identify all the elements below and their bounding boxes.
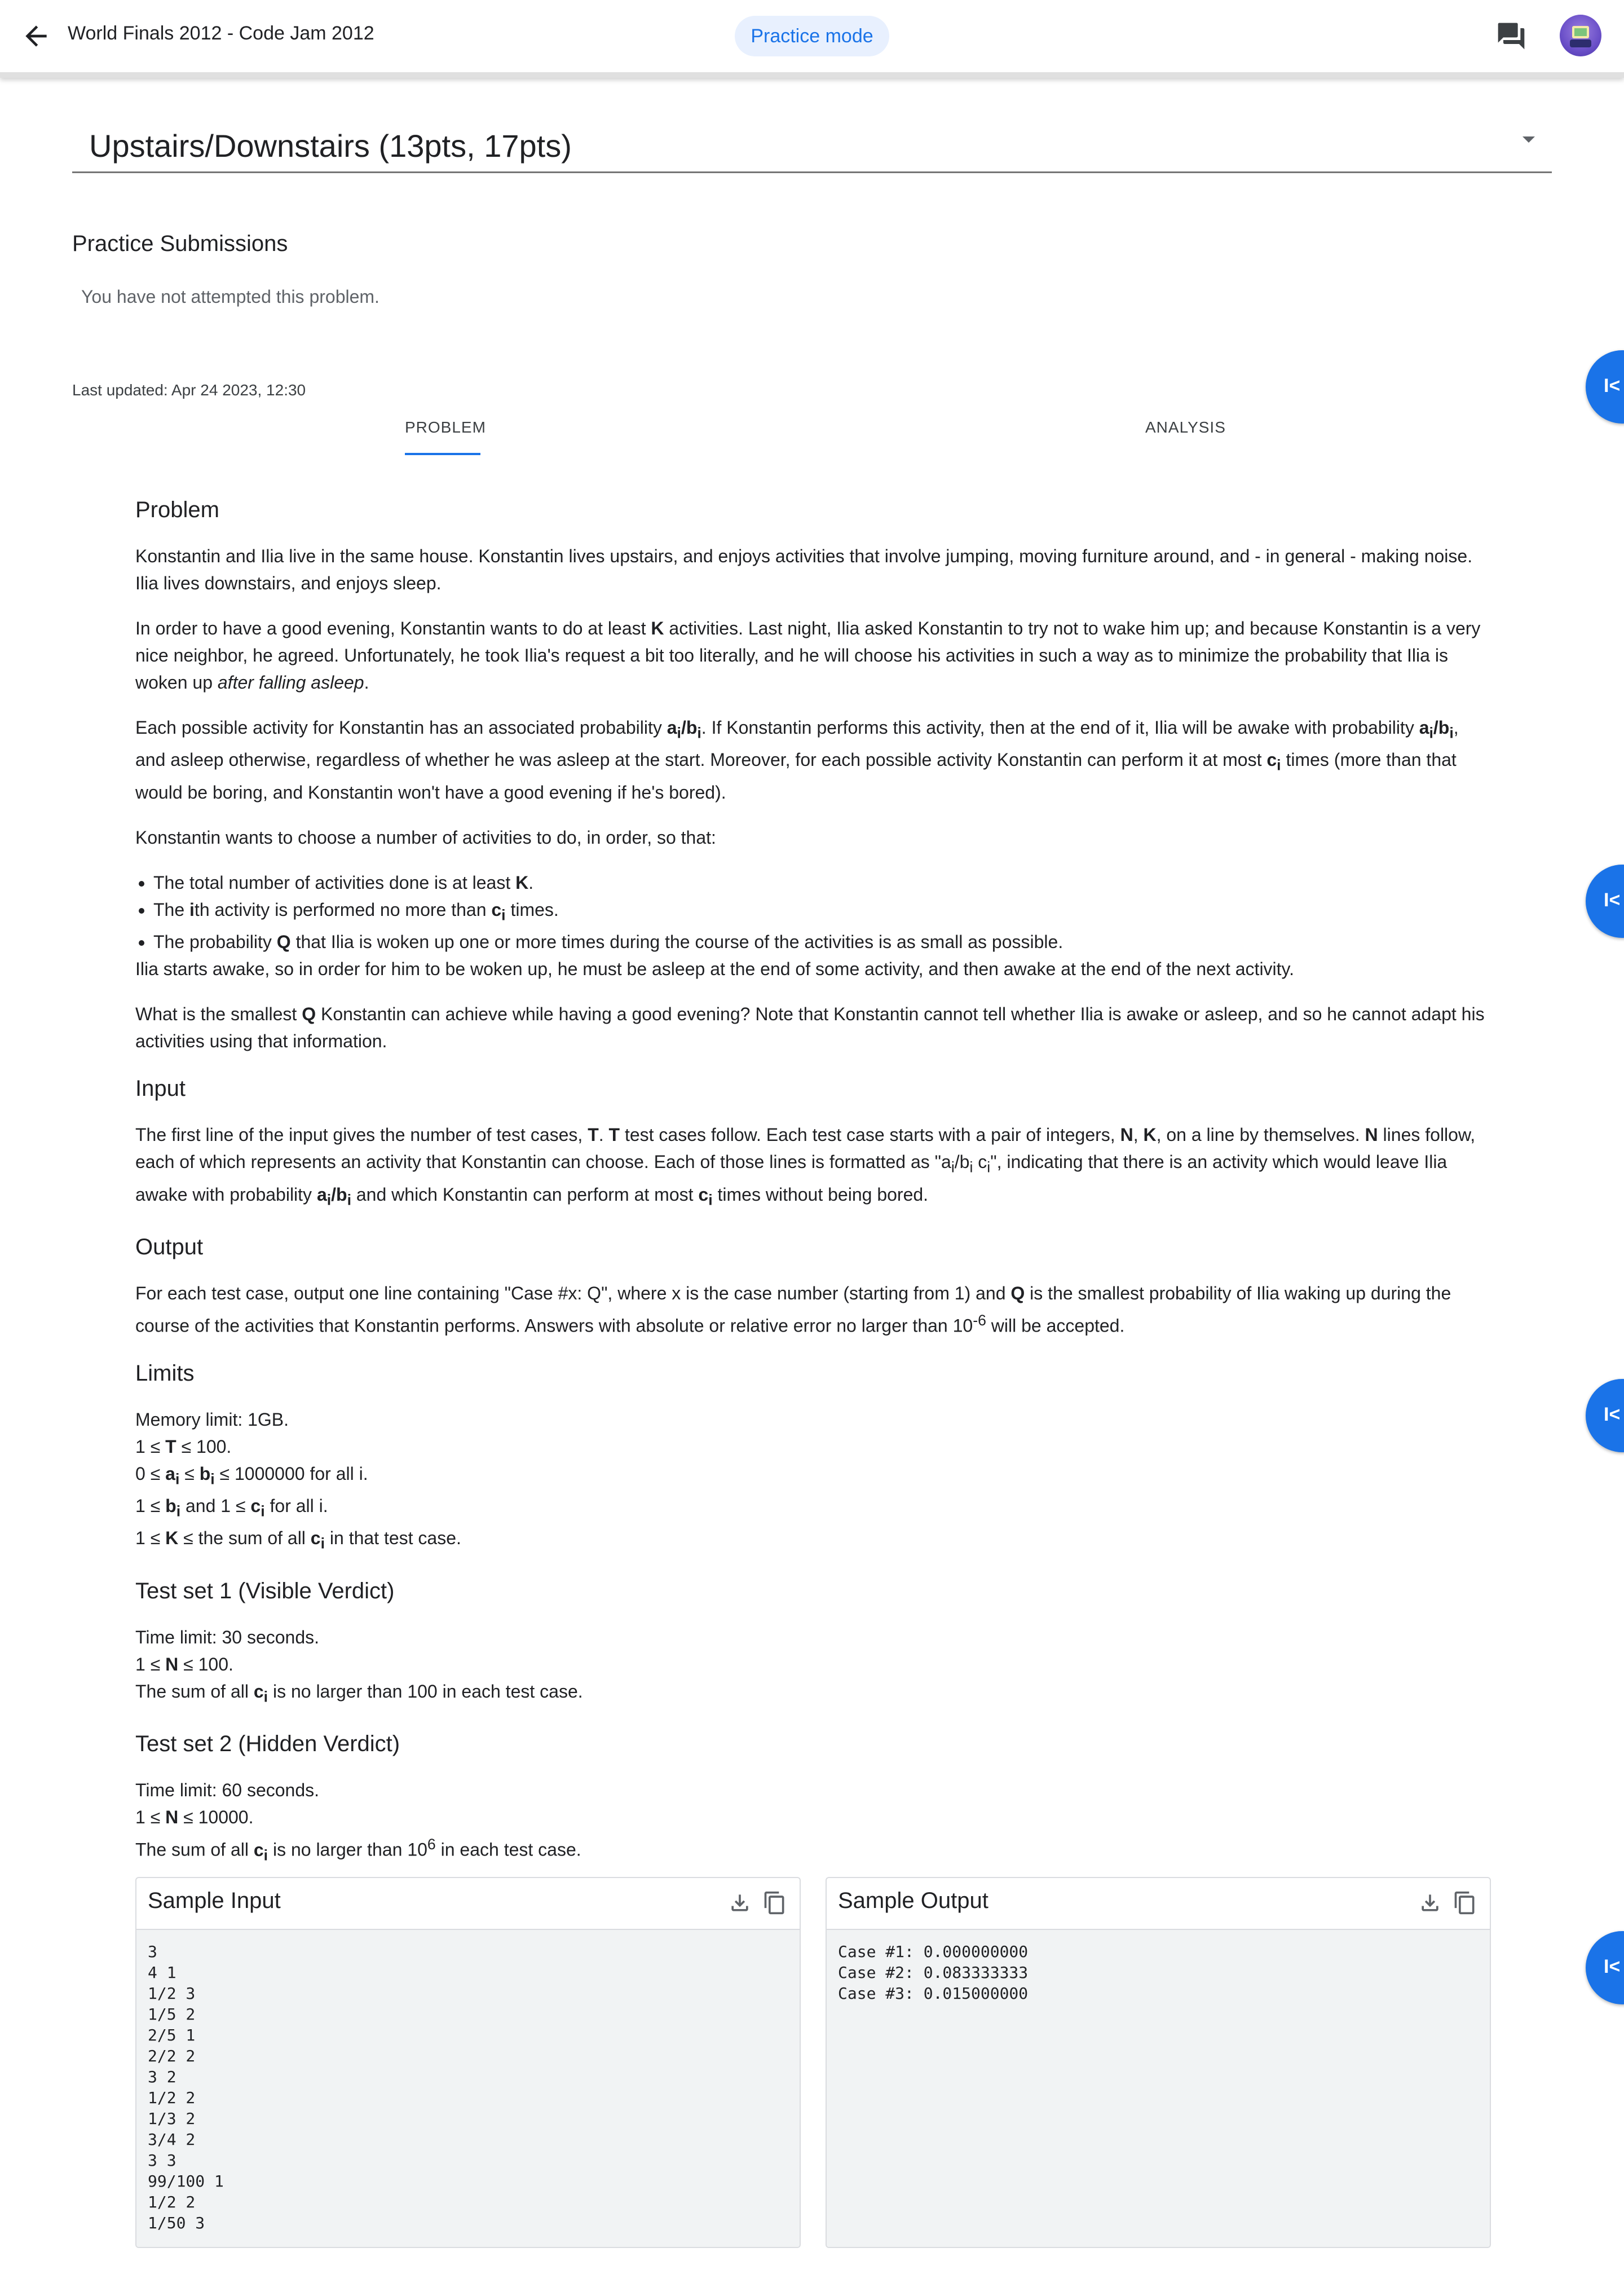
limit-line: 1 ≤ K ≤ the sum of all ci in that test c… bbox=[135, 1528, 461, 1552]
chevron-down-icon bbox=[1522, 136, 1535, 143]
download-icon[interactable] bbox=[727, 1890, 752, 1915]
section-heading-test-set-2: Test set 2 (Hidden Verdict) bbox=[135, 1731, 400, 1757]
section-heading-limits: Limits bbox=[135, 1360, 195, 1386]
download-icon[interactable] bbox=[1418, 1890, 1442, 1915]
list-item: The total number of activities done is a… bbox=[153, 869, 1489, 896]
sample-input-header: Sample Input bbox=[136, 1878, 800, 1930]
copy-icon[interactable] bbox=[762, 1890, 787, 1915]
collapse-icon: I< bbox=[1604, 1404, 1621, 1425]
sample-input-code: 3 4 1 1/2 3 1/5 2 2/5 1 2/2 2 3 2 1/2 2 … bbox=[136, 1930, 800, 2247]
test-set-1-limits: Time limit: 30 seconds. 1 ≤ N ≤ 100. The… bbox=[135, 1624, 1489, 1710]
problem-statement: Problem Konstantin and Ilia live in the … bbox=[135, 485, 1489, 1935]
section-heading-test-set-1: Test set 1 (Visible Verdict) bbox=[135, 1578, 395, 1603]
active-tab-indicator bbox=[405, 453, 480, 455]
collapse-icon: I< bbox=[1604, 375, 1621, 396]
sample-output-title: Sample Output bbox=[838, 1888, 988, 1913]
avatar[interactable] bbox=[1560, 15, 1601, 56]
collapse-side-button[interactable]: I< bbox=[1586, 1379, 1624, 1452]
limit-line: 1 ≤ N ≤ 100. bbox=[135, 1654, 233, 1674]
paragraph: In order to have a good evening, Konstan… bbox=[135, 618, 1481, 693]
limit-line: The sum of all ci is no larger than 100 … bbox=[135, 1681, 583, 1705]
submissions-empty-text: You have not attempted this problem. bbox=[81, 287, 379, 307]
section-heading-input: Input bbox=[135, 1076, 186, 1101]
practice-mode-chip[interactable]: Practice mode bbox=[735, 16, 889, 56]
list-item: The probability Q that Ilia is woken up … bbox=[153, 928, 1489, 955]
limits-list: Memory limit: 1GB. 1 ≤ T ≤ 100. 0 ≤ ai ≤… bbox=[135, 1406, 1489, 1557]
chat-icon[interactable] bbox=[1495, 20, 1527, 52]
top-app-bar: World Finals 2012 - Code Jam 2012 Practi… bbox=[0, 0, 1624, 78]
limit-line: Time limit: 30 seconds. bbox=[135, 1627, 320, 1647]
sample-output-header: Sample Output bbox=[827, 1878, 1490, 1930]
arrow-back-icon[interactable] bbox=[20, 20, 52, 52]
collapse-icon: I< bbox=[1604, 1956, 1621, 1977]
paragraph: What is the smallest Q Konstantin can ac… bbox=[135, 1004, 1485, 1052]
app-title: World Finals 2012 - Code Jam 2012 bbox=[68, 23, 374, 44]
limit-line: 1 ≤ N ≤ 10000. bbox=[135, 1807, 254, 1828]
collapse-side-button[interactable]: I< bbox=[1586, 350, 1624, 424]
sample-input-title: Sample Input bbox=[148, 1888, 281, 1913]
limit-line: 1 ≤ T ≤ 100. bbox=[135, 1436, 232, 1457]
collapse-icon: I< bbox=[1604, 889, 1621, 911]
practice-submissions-heading: Practice Submissions bbox=[72, 231, 288, 256]
paragraph: For each test case, output one line cont… bbox=[135, 1282, 1451, 1336]
limit-line: Time limit: 60 seconds. bbox=[135, 1780, 320, 1801]
paragraph: Konstantin wants to choose a number of a… bbox=[135, 827, 716, 848]
conditions-list: The total number of activities done is a… bbox=[135, 869, 1489, 955]
collapse-side-button[interactable]: I< bbox=[1586, 865, 1624, 938]
section-heading-output: Output bbox=[135, 1234, 204, 1259]
limit-line: Memory limit: 1GB. bbox=[135, 1409, 289, 1430]
limit-line: The sum of all ci is no larger than 106 … bbox=[135, 1836, 581, 1864]
sample-input-box: Sample Input 3 4 1 1/2 3 1/5 2 2/5 1 2/2… bbox=[135, 1877, 801, 2248]
test-set-2-limits: Time limit: 60 seconds. 1 ≤ N ≤ 10000. T… bbox=[135, 1777, 1489, 1868]
limit-line: 1 ≤ bi and 1 ≤ ci for all i. bbox=[135, 1496, 328, 1520]
tab-problem[interactable]: PROBLEM bbox=[405, 418, 486, 437]
limit-line: 0 ≤ ai ≤ bi ≤ 1000000 for all i. bbox=[135, 1463, 368, 1487]
problem-selector-title: Upstairs/Downstairs (13pts, 17pts) bbox=[89, 128, 572, 164]
last-updated-text: Last updated: Apr 24 2023, 12:30 bbox=[72, 381, 306, 399]
paragraph: Konstantin and Ilia live in the same hou… bbox=[135, 546, 1473, 593]
list-item: The ith activity is performed no more th… bbox=[153, 896, 1489, 928]
problem-selector[interactable]: Upstairs/Downstairs (13pts, 17pts) bbox=[72, 122, 1552, 173]
tab-analysis[interactable]: ANALYSIS bbox=[1145, 418, 1226, 437]
sample-output-box: Sample Output Case #1: 0.000000000 Case … bbox=[826, 1877, 1491, 2248]
paragraph: Each possible activity for Konstantin ha… bbox=[135, 717, 1459, 803]
paragraph: The first line of the input gives the nu… bbox=[135, 1125, 1476, 1208]
copy-icon[interactable] bbox=[1453, 1890, 1477, 1915]
sample-output-code: Case #1: 0.000000000 Case #2: 0.08333333… bbox=[827, 1930, 1490, 2247]
collapse-side-button[interactable]: I< bbox=[1586, 1931, 1624, 2004]
paragraph: Ilia starts awake, so in order for him t… bbox=[135, 959, 1295, 980]
section-heading-problem: Problem bbox=[135, 497, 219, 522]
